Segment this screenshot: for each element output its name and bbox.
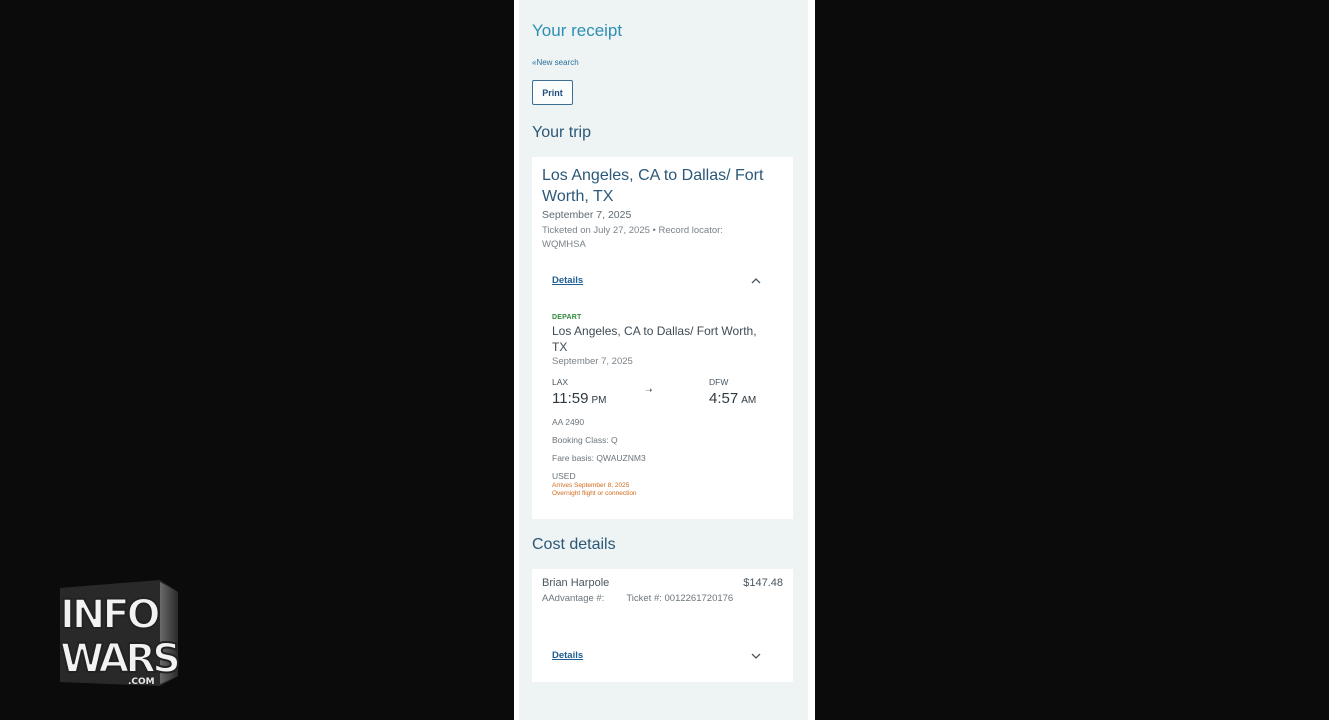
- trip-details-link[interactable]: Details: [552, 275, 583, 286]
- arrow-right-icon: ➝: [645, 386, 653, 396]
- phone-screen: Your receipt «New search Print Your trip…: [514, 0, 815, 720]
- depart-label: DEPART: [552, 314, 582, 321]
- overnight-note: Overnight flight or connection: [552, 490, 637, 497]
- chevron-up-icon[interactable]: [749, 276, 763, 286]
- passenger-name: Brian Harpole: [542, 577, 610, 589]
- trip-card: Los Angeles, CA to Dallas/ Fort Worth, T…: [532, 157, 793, 519]
- cost-details-link[interactable]: Details: [552, 650, 583, 661]
- chevron-down-icon[interactable]: [749, 651, 763, 661]
- cost-details-heading: Cost details: [532, 536, 616, 553]
- your-trip-heading: Your trip: [532, 124, 591, 141]
- origin-code: LAX: [552, 377, 569, 387]
- destination-time: 4:57 AM: [709, 390, 757, 407]
- print-button[interactable]: Print: [532, 80, 573, 105]
- page-title: Your receipt: [532, 21, 623, 40]
- cost-card: Brian Harpole $147.48 AAdvantage #: Ticke…: [532, 569, 793, 682]
- ticketed-info: Ticketed on July 27, 2025 • Record locat…: [542, 225, 723, 250]
- receipt-page: Your receipt «New search Print Your trip…: [519, 0, 808, 720]
- destination-code: DFW: [709, 377, 729, 387]
- logo-suffix: .COM: [128, 677, 155, 687]
- origin-time: 11:59 PM: [552, 390, 607, 407]
- new-search-link[interactable]: «New search: [532, 58, 579, 67]
- passenger-info: AAdvantage #: Ticket #: 0012261720176: [542, 593, 734, 604]
- flight-number: AA 2490: [552, 417, 585, 427]
- status-used: USED: [552, 471, 576, 481]
- trip-title: Los Angeles, CA to Dallas/ Fort Worth, T…: [542, 167, 764, 205]
- booking-class: Booking Class: Q: [552, 435, 618, 445]
- passenger-price: $147.48: [743, 577, 783, 589]
- trip-date: September 7, 2025: [542, 209, 632, 221]
- segment-date: September 7, 2025: [552, 356, 633, 367]
- logo-text-top: INFO: [60, 592, 159, 638]
- logo-text-bottom: WARS: [60, 636, 178, 682]
- infowars-logo: INFO WARS .COM: [59, 580, 180, 687]
- segment-route: Los Angeles, CA to Dallas/ Fort Worth, T…: [552, 324, 757, 354]
- fare-basis: Fare basis: QWAUZNM3: [552, 453, 646, 463]
- arrives-note: Arrives September 8, 2025: [552, 482, 630, 489]
